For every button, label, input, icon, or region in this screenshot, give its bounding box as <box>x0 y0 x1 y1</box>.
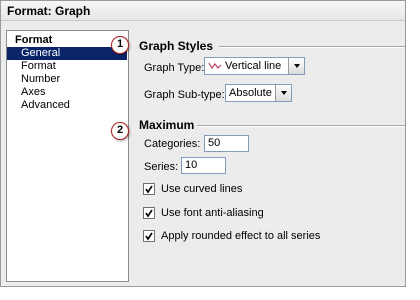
checkmark-icon <box>145 209 153 218</box>
vertical-line-icon <box>208 62 222 70</box>
curved-lines-checkbox[interactable] <box>143 183 155 195</box>
callout-1: 1 <box>111 36 129 54</box>
checkmark-icon <box>145 232 153 241</box>
chevron-down-icon <box>293 64 300 68</box>
graph-subtype-label: Graph Sub-type: <box>144 89 225 101</box>
graph-type-value: Vertical line <box>225 60 282 72</box>
tree-item-number[interactable]: Number <box>7 73 128 86</box>
categories-input[interactable]: 50 <box>204 135 249 152</box>
font-anti-aliasing-checkbox[interactable] <box>143 207 155 219</box>
callout-2: 2 <box>111 122 129 140</box>
graph-styles-heading: Graph Styles <box>139 39 214 53</box>
checkmark-icon <box>145 185 153 194</box>
graph-type-label: Graph Type: <box>144 62 205 74</box>
chevron-down-icon <box>280 91 287 95</box>
curved-lines-label: Use curved lines <box>161 183 243 195</box>
graph-type-select[interactable]: Vertical line <box>204 57 305 75</box>
font-anti-aliasing-label: Use font anti-aliasing <box>161 207 264 219</box>
graph-styles-divider <box>219 46 405 48</box>
maximum-divider <box>197 125 405 127</box>
maximum-heading: Maximum <box>139 118 195 132</box>
tree-root-format[interactable]: Format <box>7 34 128 46</box>
rounded-effect-label: Apply rounded effect to all series <box>161 230 321 242</box>
category-tree: Format General Format Number Axes Advanc… <box>6 30 129 282</box>
dialog-title: Format: Graph <box>1 1 405 21</box>
series-label: Series: <box>144 161 179 173</box>
torn-edge-right <box>406 0 420 300</box>
tree-item-advanced[interactable]: Advanced <box>7 99 128 112</box>
tree-item-format[interactable]: Format <box>7 60 128 73</box>
tree-item-general[interactable]: General <box>7 47 127 60</box>
graph-subtype-select[interactable]: Absolute <box>225 84 292 102</box>
tree-item-axes[interactable]: Axes <box>7 86 128 99</box>
graph-type-dropdown-button[interactable] <box>288 58 304 74</box>
graph-subtype-value: Absolute <box>229 87 272 99</box>
graph-subtype-dropdown-button[interactable] <box>275 85 291 101</box>
format-graph-dialog: Format: Graph Format General Format Numb… <box>0 0 406 287</box>
categories-label: Categories: <box>144 138 201 150</box>
torn-edge-bottom <box>0 287 420 300</box>
rounded-effect-checkbox[interactable] <box>143 230 155 242</box>
series-input[interactable]: 10 <box>181 157 226 174</box>
